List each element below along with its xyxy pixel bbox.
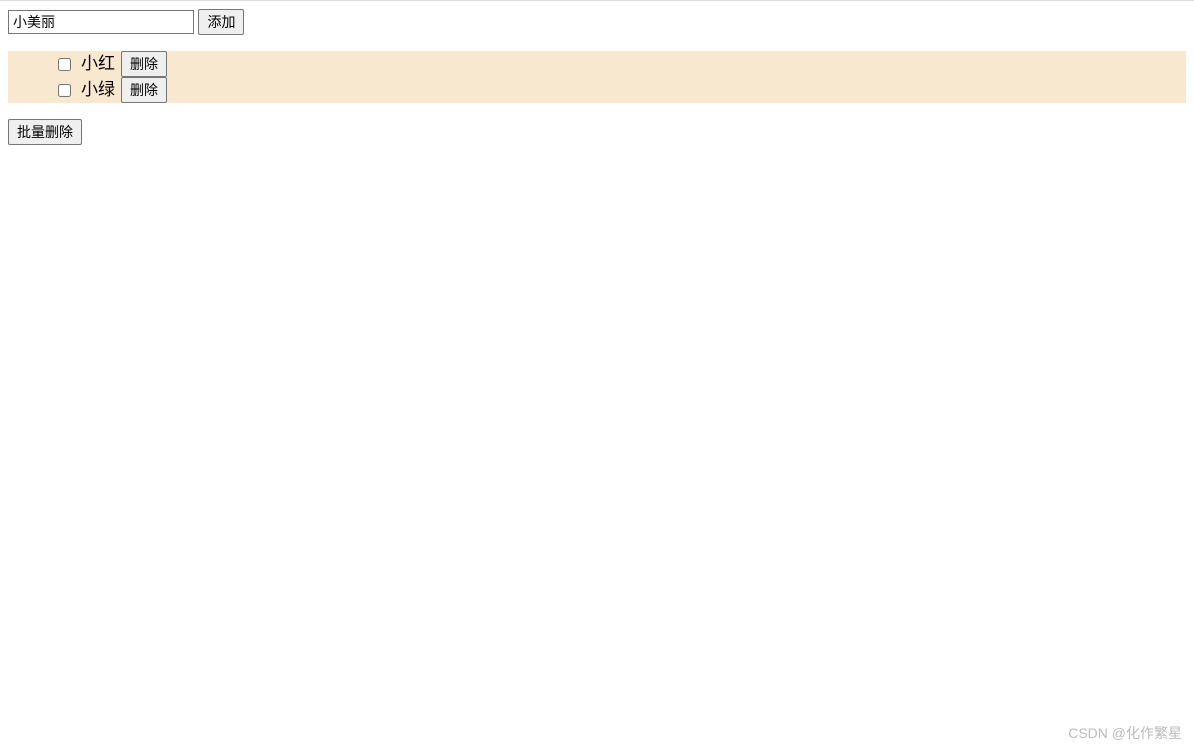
item-list: 小红 删除 小绿 删除 <box>8 51 1186 103</box>
list-item: 小绿 删除 <box>8 77 1186 103</box>
item-checkbox[interactable] <box>58 84 71 97</box>
bulk-delete-button[interactable]: 批量删除 <box>8 119 82 145</box>
list-item: 小红 删除 <box>8 51 1186 77</box>
add-row: 添加 <box>8 9 1186 35</box>
delete-button[interactable]: 删除 <box>121 51 167 77</box>
item-checkbox[interactable] <box>58 58 71 71</box>
add-button[interactable]: 添加 <box>198 9 244 35</box>
item-name-label: 小绿 <box>81 77 115 103</box>
item-name-label: 小红 <box>81 51 115 77</box>
watermark: CSDN @化作繁星 <box>1068 723 1182 743</box>
bulk-row: 批量删除 <box>8 119 1186 145</box>
name-input[interactable] <box>8 10 194 34</box>
delete-button[interactable]: 删除 <box>121 77 167 103</box>
